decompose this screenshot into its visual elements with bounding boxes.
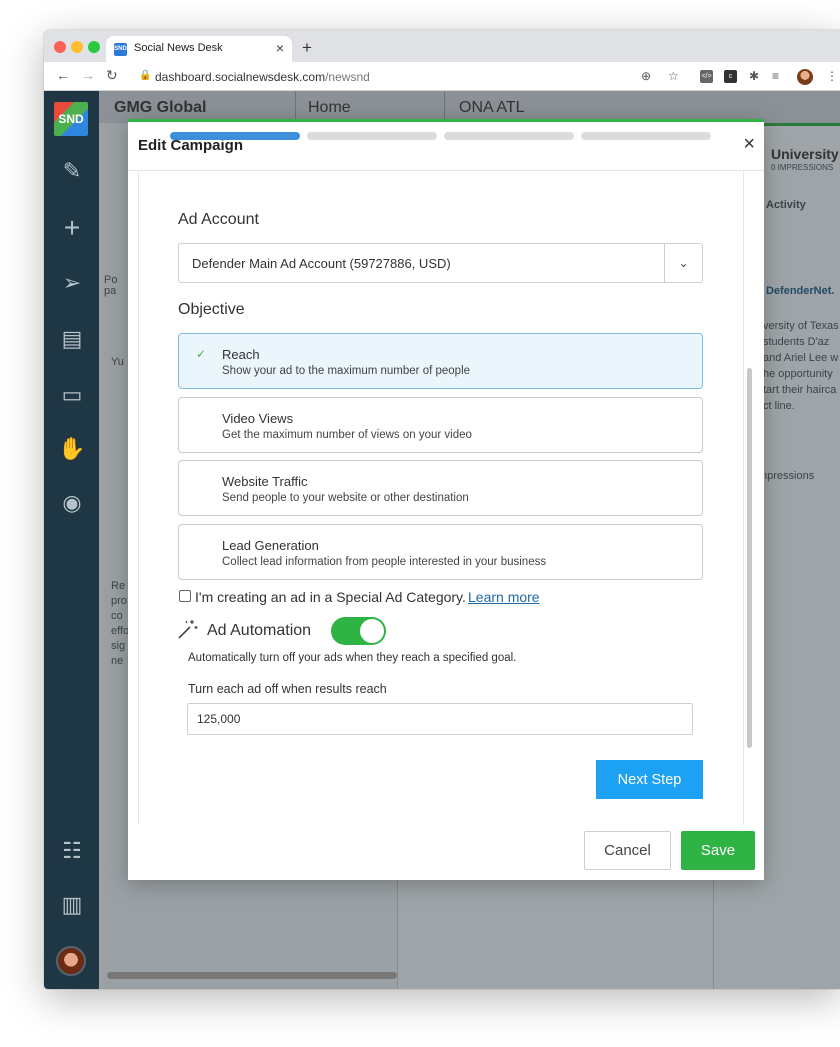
snippet-line: and Ariel Lee w [763,352,839,364]
handshake-icon[interactable]: ✋ [58,435,86,463]
objective-desc: Send people to your website or other des… [222,492,469,504]
objective-desc: Show your ad to the maximum number of pe… [222,365,471,377]
university-impressions: 0 IMPRESSIONS [771,163,834,172]
impressions-label: npressions [761,470,815,482]
special-category-checkbox[interactable] [179,590,191,602]
profile-avatar-icon[interactable] [797,69,813,85]
defender-link[interactable]: DefenderNet. [766,285,834,297]
objective-title: Lead Generation [222,538,319,553]
left-snippet: sig [111,640,126,652]
tab-title: Social News Desk [134,42,223,54]
minimize-window-button[interactable] [71,41,83,53]
university-title: University [771,146,839,162]
url-domain: dashboard.socialnewsdesk.com [155,70,326,84]
magic-wand-icon [178,620,198,639]
zoom-icon[interactable]: ⊕ [641,69,651,83]
objective-title: Video Views [222,411,294,426]
ad-automation-label: Ad Automation [207,622,312,639]
save-button[interactable]: Save [681,831,755,870]
notes-icon[interactable]: ▥ [58,891,86,919]
messenger-icon[interactable]: ◉ [58,489,86,517]
learn-more-link[interactable]: Learn more [468,589,540,605]
bookmark-star-icon[interactable]: ☆ [668,69,679,83]
compose-icon[interactable]: ✎ [58,157,86,185]
close-window-button[interactable] [54,41,66,53]
reload-icon[interactable]: ↻ [106,67,118,84]
tab-bar: SND Social News Desk × + [44,30,840,62]
snd-favicon-icon: SND [114,43,127,56]
toggle-knob [360,619,384,643]
snd-logo[interactable]: SND [54,102,88,136]
playlist-icon[interactable]: ≡ [772,69,779,83]
horizontal-scrollbar[interactable] [107,972,397,979]
snippet-line: versity of Texas [763,320,839,332]
objective-lead-generation[interactable]: Lead Generation Collect lead information… [178,524,703,580]
send-icon[interactable]: ➢ [58,269,86,297]
ad-account-label: Ad Account [178,211,259,228]
left-snippet: Re [111,580,126,592]
check-icon: ✓ [196,347,207,361]
news-icon[interactable]: ▤ [58,325,86,353]
snippet-line: students D'az [763,336,830,348]
objective-video-views[interactable]: Video Views Get the maximum number of vi… [178,397,703,453]
left-snippet: effo [111,625,130,637]
modal-scrollbar[interactable] [747,368,752,748]
add-icon[interactable]: + [58,214,86,242]
cancel-button[interactable]: Cancel [584,831,671,870]
maximize-window-button[interactable] [88,41,100,53]
column-title-gmg[interactable]: GMG Global [114,99,206,117]
url-path: /newsnd [325,70,370,84]
new-tab-button[interactable]: + [302,38,312,58]
ad-account-value: Defender Main Ad Account (59727886, USD) [192,256,451,271]
address-bar: ← → ↻ 🔒 dashboard.socialnewsdesk.com/new… [44,62,840,91]
ad-account-select[interactable]: Defender Main Ad Account (59727886, USD)… [178,243,703,283]
url-field[interactable]: dashboard.socialnewsdesk.com/newsnd [155,70,370,84]
left-snippet: co [111,610,123,622]
step-indicator-3 [444,132,574,140]
activity-label: Activity [766,199,806,211]
next-step-button[interactable]: Next Step [596,760,703,799]
user-avatar[interactable] [56,946,86,976]
step-indicator-4 [581,132,711,140]
column-title-home[interactable]: Home [308,99,351,117]
cast-icon[interactable]: ▭ [58,381,86,409]
results-threshold-input[interactable] [187,703,693,735]
special-category-label: I'm creating an ad in a Special Ad Categ… [195,589,466,605]
objective-title: Website Traffic [222,474,308,489]
back-icon[interactable]: ← [56,67,70,83]
objective-title: Reach [222,347,260,362]
browser-tab[interactable]: SND Social News Desk × [106,36,292,62]
ad-automation-description: Automatically turn off your ads when the… [188,652,517,664]
snippet-line: ct line. [763,400,795,412]
objective-label: Objective [178,301,245,318]
step-indicator-1 [170,132,300,140]
left-snippet: ne [111,655,124,667]
objective-website-traffic[interactable]: Website Traffic Send people to your webs… [178,460,703,516]
snippet-line: tart their hairca [763,384,837,396]
ad-automation-toggle[interactable] [331,617,386,645]
forward-icon[interactable]: → [81,67,95,83]
lock-icon: 🔒 [139,70,152,81]
close-icon[interactable]: × [743,133,755,156]
puzzle-extension-icon[interactable]: ✱ [749,69,759,83]
reports-icon[interactable]: ☷ [58,837,86,865]
left-snippet: Yu [111,356,124,368]
chevron-down-icon: ⌄ [664,244,702,282]
objective-desc: Collect lead information from people int… [222,556,547,568]
left-snippet: pro [111,595,127,607]
column-title-ona[interactable]: ONA ATL [459,99,525,117]
objective-desc: Get the maximum number of views on your … [222,429,472,441]
c-extension-icon[interactable]: c [724,70,737,83]
step-indicator-2 [307,132,437,140]
objective-reach[interactable]: ✓ Reach Show your ad to the maximum numb… [178,333,703,389]
sidebar: SND ✎ + ➢ ▤ ▭ ✋ ◉ ☷ ▥ [44,91,99,989]
dev-extension-icon[interactable]: </> [700,70,713,83]
snippet-line: he opportunity [763,368,833,380]
menu-dots-icon[interactable]: ⋮ [826,69,838,83]
turnoff-label: Turn each ad off when results reach [188,682,387,696]
modal-header: Edit Campaign × [128,122,764,171]
left-snippet: pa [104,285,117,297]
tab-close-icon[interactable]: × [276,40,284,56]
